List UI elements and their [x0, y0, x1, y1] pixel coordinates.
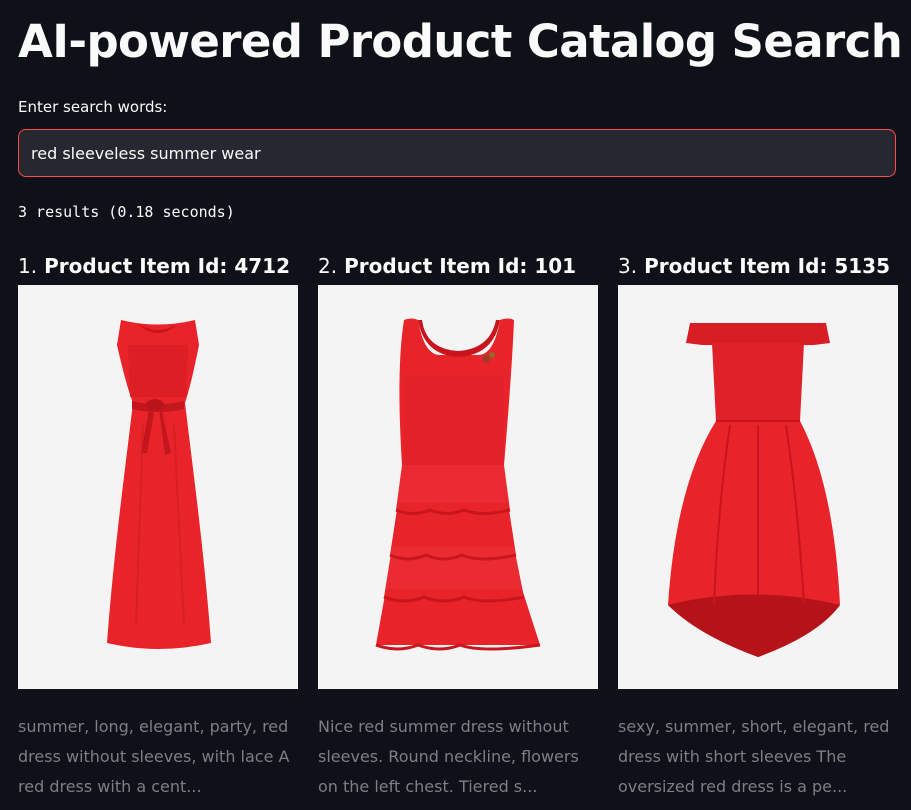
search-input-container[interactable]	[18, 129, 896, 177]
search-label: Enter search words:	[18, 98, 168, 116]
result-description-3: sexy, summer, short, elegant, red dress …	[618, 717, 890, 796]
result-card-1: 1. Product Item Id: 4712 summer, long, e…	[18, 252, 298, 802]
search-input[interactable]	[31, 143, 883, 163]
result-description-2: Nice red summer dress without sleeves. R…	[318, 717, 579, 796]
red-tiered-dress-image	[318, 285, 598, 689]
result-heading-2: 2. Product Item Id: 101	[318, 254, 577, 278]
result-card-3: 3. Product Item Id: 5135 sexy, summer, s…	[618, 252, 898, 802]
result-count: 3 results (0.18 seconds)	[18, 203, 235, 221]
red-long-dress-image	[18, 285, 298, 689]
page-title: AI-powered Product Catalog Search	[18, 15, 903, 68]
red-off-shoulder-dress-image	[618, 285, 898, 689]
result-heading-1: 1. Product Item Id: 4712	[18, 254, 291, 278]
result-card-2: 2. Product Item Id: 101 Nice red summer …	[318, 252, 598, 802]
result-heading-3: 3. Product Item Id: 5135	[618, 254, 891, 278]
result-description-1: summer, long, elegant, party, red dress …	[18, 717, 290, 796]
